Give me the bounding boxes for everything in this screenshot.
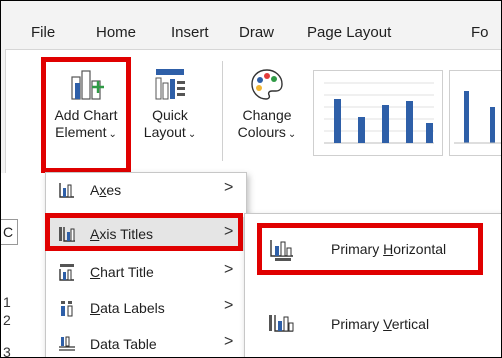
chevron-right-icon: > — [224, 297, 234, 314]
chart-title-icon — [59, 264, 74, 281]
chevron-right-icon: > — [224, 179, 234, 196]
axis-titles-icon — [59, 227, 75, 242]
menu-item-axis-titles[interactable]: Axis Titles > — [46, 217, 246, 251]
menu-item-label: Axes — [90, 182, 122, 198]
add-chart-element-label-line1: Add Chart — [54, 107, 118, 123]
menu-item-data-table[interactable]: Data Table > — [46, 327, 246, 357]
row-number[interactable]: 3 — [3, 344, 11, 357]
chart-style-preview-icon — [324, 82, 434, 144]
quick-layout-button[interactable]: Quick Layout ⌄ — [135, 67, 205, 143]
data-labels-icon — [61, 301, 73, 317]
excel-window: File Home Insert Draw Page Layout Fo Add… — [0, 0, 502, 358]
tab-formulas-partial[interactable]: Fo — [471, 24, 489, 41]
menu-item-label: Data Labels — [90, 300, 165, 316]
chart-style-thumbnail-2[interactable] — [449, 70, 501, 156]
change-colours-label-line2: Colours — [237, 124, 286, 140]
primary-horizontal-axis-title-icon — [270, 240, 293, 261]
tab-draw[interactable]: Draw — [239, 24, 274, 41]
chevron-down-icon: ⌄ — [187, 129, 197, 140]
add-chart-element-menu: Axes > Axis Titles > Chart Title > Data … — [45, 172, 247, 357]
ribbon-divider — [222, 61, 223, 161]
submenu-item-primary-vertical[interactable]: Primary Vertical — [245, 299, 501, 349]
submenu-item-primary-horizontal[interactable]: Primary Horizontal — [245, 224, 501, 274]
chevron-right-icon: > — [224, 333, 234, 350]
axes-icon — [59, 183, 74, 198]
chart-style-thumbnail-1[interactable] — [313, 70, 443, 156]
row-number[interactable]: 1 — [3, 294, 11, 310]
menu-item-label: Chart Title — [90, 264, 154, 280]
menu-item-label: Data Table — [90, 336, 157, 352]
add-chart-element-button[interactable]: Add Chart Element ⌄ — [43, 67, 129, 143]
quick-layout-label-line1: Quick — [152, 107, 188, 123]
change-colours-label-line1: Change — [242, 107, 292, 123]
quick-layout-icon — [155, 69, 185, 100]
submenu-item-label: Primary Vertical — [331, 316, 430, 332]
name-box[interactable]: C — [1, 219, 18, 245]
chart-style-preview-icon — [454, 91, 501, 144]
menu-item-axes[interactable]: Axes > — [46, 173, 246, 207]
menu-item-chart-title[interactable]: Chart Title > — [46, 255, 246, 289]
chevron-right-icon: > — [224, 261, 234, 278]
tab-page-layout[interactable]: Page Layout — [307, 24, 391, 41]
add-chart-element-label-line2: Element — [55, 124, 107, 140]
tab-file[interactable]: File — [31, 24, 55, 41]
row-number[interactable]: 2 — [3, 312, 11, 328]
axis-titles-submenu: Primary Horizontal Primary Vertical — [244, 213, 501, 357]
change-colours-button[interactable]: Change Colours ⌄ — [229, 67, 305, 143]
chevron-down-icon: ⌄ — [108, 129, 117, 140]
submenu-item-label: Primary Horizontal — [331, 241, 447, 257]
chevron-right-icon: > — [224, 223, 234, 240]
ribbon-tab-bar: File Home Insert Draw Page Layout Fo — [1, 1, 501, 47]
chevron-down-icon: ⌄ — [287, 129, 297, 140]
add-chart-element-icon — [71, 70, 104, 100]
palette-icon — [251, 69, 283, 100]
data-table-icon — [59, 336, 75, 351]
tab-insert[interactable]: Insert — [171, 24, 209, 41]
primary-vertical-axis-title-icon — [269, 315, 294, 332]
tab-home[interactable]: Home — [96, 24, 136, 41]
menu-item-label: Axis Titles — [90, 226, 154, 242]
quick-layout-label-line2: Layout — [143, 124, 186, 140]
menu-item-data-labels[interactable]: Data Labels > — [46, 291, 246, 325]
